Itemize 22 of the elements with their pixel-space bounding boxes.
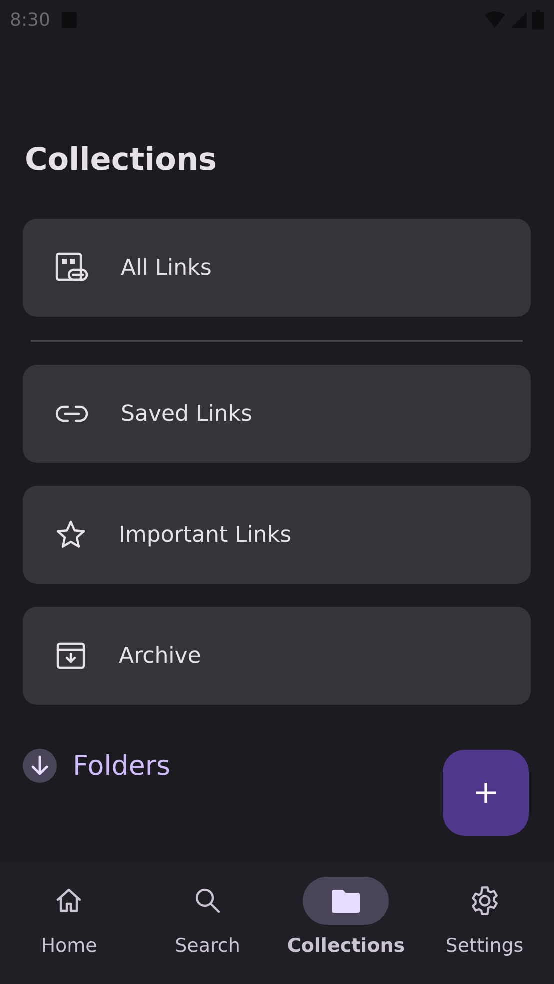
expand-icon[interactable] [23, 749, 57, 783]
status-time: 8:30 [10, 10, 50, 30]
link-grid-icon [55, 252, 89, 284]
collection-card[interactable]: Saved Links [23, 365, 531, 463]
star-icon [55, 519, 87, 551]
archive-icon [55, 640, 87, 672]
folders-heading: Folders [73, 750, 171, 782]
collection-label: Archive [119, 644, 202, 668]
nav-tab[interactable]: Collections [277, 861, 416, 984]
link-icon [55, 404, 89, 424]
collection-label: Saved Links [121, 402, 252, 426]
nav-tab[interactable]: Search [138, 861, 277, 984]
collection-card[interactable]: Important Links [23, 486, 531, 584]
nav-tab[interactable]: Settings [416, 861, 554, 984]
collection-card[interactable]: Archive [23, 607, 531, 705]
page-title: Collections [25, 141, 218, 180]
collection-label: All Links [121, 256, 212, 280]
collection-label: Important Links [119, 522, 292, 548]
plus-icon [474, 781, 498, 805]
folder-icon [330, 887, 362, 915]
collection-card[interactable]: All Links [23, 219, 531, 317]
nav-tab[interactable]: Home [0, 861, 138, 984]
